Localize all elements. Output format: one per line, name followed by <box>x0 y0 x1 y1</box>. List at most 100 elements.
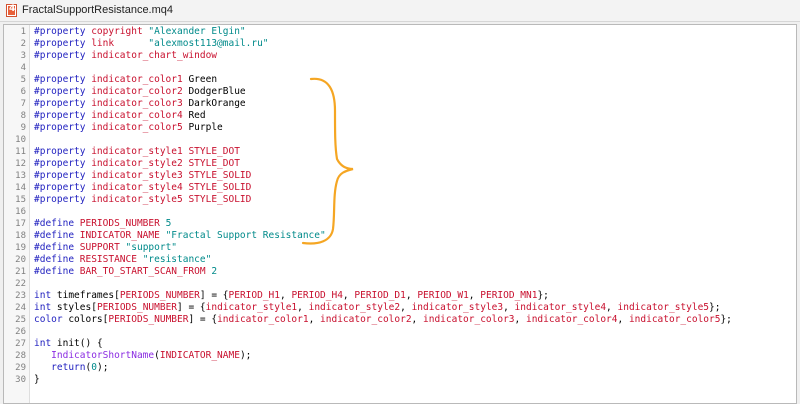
code-text: int styles[PERIODS_NUMBER] = {indicator_… <box>34 302 720 314</box>
code-line[interactable]: 5 #property indicator_color1 Green <box>4 74 796 86</box>
line-number: 9 <box>20 123 26 133</box>
code-text: #define SUPPORT "support" <box>34 242 177 254</box>
code-line[interactable]: 14 #property indicator_style4 STYLE_SOLID <box>4 182 796 194</box>
code-token: , <box>342 290 355 301</box>
code-token: copyright <box>91 26 149 37</box>
code-line[interactable]: 10 <box>4 134 796 146</box>
code-line[interactable]: 20 #define RESISTANCE "resistance" <box>4 254 796 266</box>
code-line[interactable]: 11 #property indicator_style1 STYLE_DOT <box>4 146 796 158</box>
code-token: indicator_style2 <box>308 302 401 313</box>
code-token: indicator_color4 <box>91 110 189 121</box>
code-line[interactable]: 3 #property indicator_chart_window <box>4 50 796 62</box>
code-token: indicator_color1 <box>91 74 189 85</box>
code-token: "Alexander Elgin" <box>148 26 246 37</box>
code-line[interactable]: 16 <box>4 206 796 218</box>
code-token: int <box>34 302 57 313</box>
code-line[interactable]: 25 color colors[PERIODS_NUMBER] = {indica… <box>4 314 796 326</box>
code-line[interactable]: 17 #define PERIODS_NUMBER 5 <box>4 218 796 230</box>
code-line[interactable]: 24 int styles[PERIODS_NUMBER] = {indicato… <box>4 302 796 314</box>
code-token: indicator_style4 <box>514 302 607 313</box>
code-line[interactable]: 15 #property indicator_style5 STYLE_SOLID <box>4 194 796 206</box>
code-text: #define INDICATOR_NAME "Fractal Support … <box>34 230 326 242</box>
code-line[interactable]: 8 #property indicator_color4 Red <box>4 110 796 122</box>
code-line[interactable]: 28 IndicatorShortName(INDICATOR_NAME); <box>4 350 796 362</box>
code-text: #property indicator_color5 Purple <box>34 122 223 134</box>
code-text: return(0); <box>34 362 108 374</box>
code-line[interactable]: 6 #property indicator_color2 DodgerBlue <box>4 86 796 98</box>
code-token: indicator_color3 <box>91 98 189 109</box>
code-token: #property <box>34 110 92 121</box>
code-text: color colors[PERIODS_NUMBER] = {indicato… <box>34 314 732 326</box>
code-line[interactable]: 1 #property copyright "Alexander Elgin" <box>4 26 796 38</box>
code-line[interactable]: 13 #property indicator_style3 STYLE_SOLID <box>4 170 796 182</box>
code-token: PERIOD_D1 <box>354 290 406 301</box>
code-line[interactable]: 30} <box>4 374 796 386</box>
code-token: int <box>34 290 57 301</box>
code-text: int timeframes[PERIODS_NUMBER] = {PERIOD… <box>34 290 549 302</box>
code-token: indicator_color1 <box>217 314 309 325</box>
code-token: timeframes[ <box>56 290 120 301</box>
line-number: 6 <box>20 87 26 97</box>
code-token: Purple <box>188 122 223 133</box>
code-token: styles[ <box>56 302 97 313</box>
line-number: 28 <box>15 351 26 361</box>
code-token: ] = { <box>199 290 229 301</box>
code-token: ] = { <box>177 302 206 313</box>
code-line[interactable]: 7 #property indicator_color3 DarkOrange <box>4 98 796 110</box>
code-token: PERIOD_H1 <box>228 290 280 301</box>
code-editor[interactable]: 1 #property copyright "Alexander Elgin" 2 #… <box>3 24 797 404</box>
code-token: , <box>606 302 618 313</box>
code-line[interactable]: 26 <box>4 326 796 338</box>
line-number: 15 <box>15 195 26 205</box>
code-text: #property indicator_style3 STYLE_SOLID <box>34 170 251 182</box>
line-number: 22 <box>15 279 26 289</box>
code-token: #property <box>34 50 92 61</box>
code-line[interactable]: 2 #property link "alexmost113@mail.ru" <box>4 38 796 50</box>
code-token: INDICATOR_NAME <box>159 350 240 361</box>
line-number: 11 <box>15 147 26 157</box>
code-token: Green <box>188 74 218 85</box>
code-line[interactable]: 23 int timeframes[PERIODS_NUMBER] = {PERI… <box>4 290 796 302</box>
code-token: DodgerBlue <box>188 86 246 97</box>
code-line[interactable]: 4 <box>4 62 796 74</box>
code-token: indicator_style1 <box>91 146 189 157</box>
code-text: #property indicator_color3 DarkOrange <box>34 98 246 110</box>
code-token: #define <box>34 218 80 229</box>
code-text: #property copyright "Alexander Elgin" <box>34 26 246 38</box>
code-text: #property indicator_color2 DodgerBlue <box>34 86 246 98</box>
line-number: 5 <box>20 75 26 85</box>
code-line[interactable]: 21 #define BAR_TO_START_SCAN_FROM 2 <box>4 266 796 278</box>
line-number: 4 <box>20 63 26 73</box>
line-number: 29 <box>15 363 26 373</box>
line-number: 27 <box>15 339 26 349</box>
code-text: #property link "alexmost113@mail.ru" <box>34 38 269 50</box>
code-token: indicator_style2 <box>91 158 189 169</box>
code-token: STYLE_SOLID <box>188 170 252 181</box>
code-token: STYLE_DOT <box>188 158 240 169</box>
code-line[interactable]: 27 int init() { <box>4 338 796 350</box>
code-token: indicator_style4 <box>91 182 189 193</box>
code-line[interactable]: 29 return(0); <box>4 362 796 374</box>
code-line[interactable]: 22 <box>4 278 796 290</box>
code-token: init <box>56 338 80 349</box>
code-line[interactable]: 9 #property indicator_color5 Purple <box>4 122 796 134</box>
code-area[interactable]: 1 #property copyright "Alexander Elgin" 2 #… <box>4 26 796 386</box>
code-token: , <box>468 290 481 301</box>
code-token: PERIODS_NUMBER <box>119 290 200 301</box>
code-line[interactable]: 12 #property indicator_style2 STYLE_DOT <box>4 158 796 170</box>
code-token: indicator_color2 <box>91 86 189 97</box>
code-token: #define <box>34 230 80 241</box>
code-token: DarkOrange <box>188 98 246 109</box>
code-token: "alexmost113@mail.ru" <box>148 38 269 49</box>
code-token: ); <box>239 350 252 361</box>
code-text: IndicatorShortName(INDICATOR_NAME); <box>34 350 251 362</box>
code-token: ); <box>96 362 109 373</box>
line-number: 25 <box>15 315 26 325</box>
code-token: indicator_style5 <box>617 302 710 313</box>
code-line[interactable]: 19 #define SUPPORT "support" <box>4 242 796 254</box>
code-text: #property indicator_style5 STYLE_SOLID <box>34 194 251 206</box>
code-text: #property indicator_style1 STYLE_DOT <box>34 146 240 158</box>
code-line[interactable]: 18 #define INDICATOR_NAME "Fractal Suppor… <box>4 230 796 242</box>
code-text: } <box>34 374 40 386</box>
